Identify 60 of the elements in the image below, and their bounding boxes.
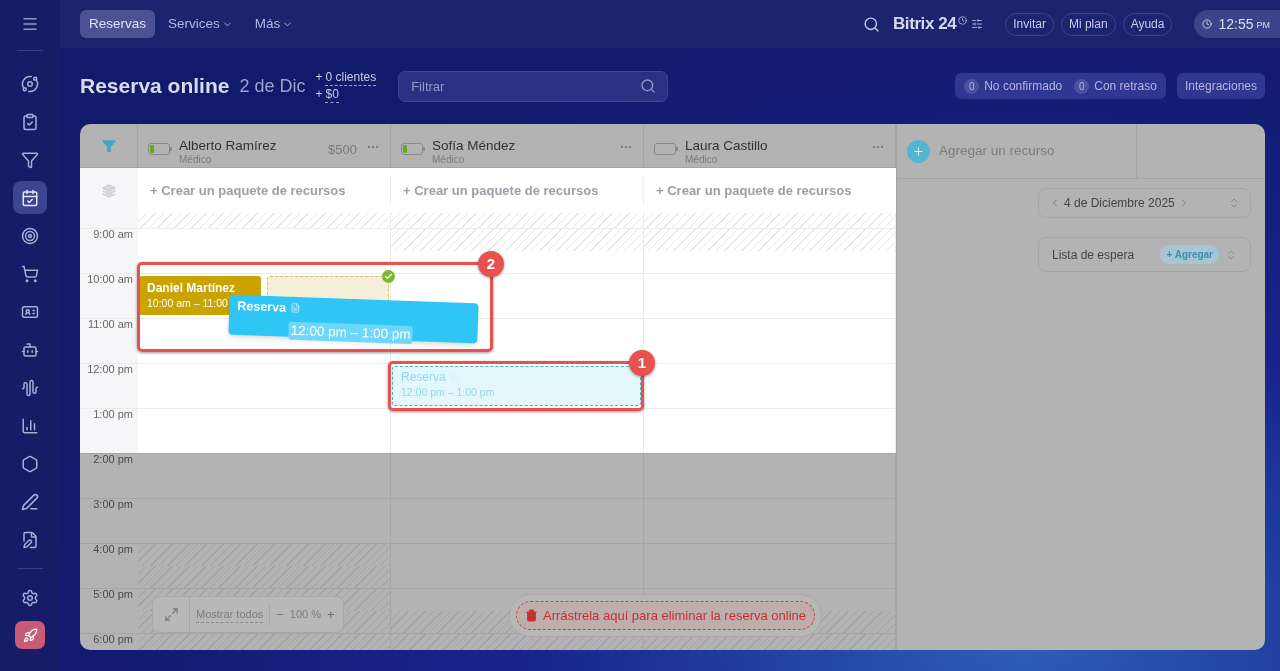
create-package-link[interactable]: + Crear un paquete de recursos [150,180,346,201]
note-icon [289,303,301,314]
clock-time: 12:55 [1218,14,1254,34]
resource-role: Médico [179,153,213,167]
stat-link[interactable]: 0 clientes [325,69,377,86]
time-label: 12:00 pm [87,361,133,377]
zoom-in-button[interactable]: + [327,604,335,625]
booking-title: Reserva [401,369,446,385]
search-icon [640,77,657,94]
resource-name: Alberto Ramírez [179,139,278,153]
brand-name: Bitrix 24 [893,13,957,36]
counter-label[interactable]: No confirmado [984,77,1063,95]
rocket-icon[interactable] [15,621,45,649]
nav-tab[interactable]: Services [159,10,242,38]
time-label: 3:00 pm [93,496,133,512]
resource-header[interactable]: Laura Castillo Médico [644,124,896,167]
clock-icon [1202,19,1213,29]
page-title: Reserva online [80,73,230,100]
clock-period: PM [1256,18,1270,32]
stat-sign: + [315,86,323,103]
nav-tab[interactable]: Reservas [80,10,156,38]
sliders-icon[interactable] [971,18,984,30]
resource-header[interactable]: Sofía Méndez Médico [391,124,644,167]
clock-pill[interactable]: 12:55 PM [1194,10,1280,38]
resource-role: Médico [432,153,466,167]
stat-link[interactable]: $0 [325,86,339,103]
time-label: 4:00 pm [93,541,133,557]
time-label: 6:00 pm [93,631,133,647]
time-label: 1:00 pm [93,406,133,422]
clock-icon [958,15,968,25]
create-package-link[interactable]: + Crear un paquete de recursos [656,180,852,201]
time-label: 2:00 pm [93,451,133,467]
counter-label[interactable]: Con retraso [1094,77,1157,95]
time-label: 11:00 am [87,316,133,332]
stat-sign: + [315,69,323,86]
calendar-icon[interactable] [13,181,47,214]
booking-time: 12:00 pm – 1:00 pm [288,321,413,344]
resource-header[interactable]: Alberto Ramírez Médico $500 [138,124,391,167]
counter-value: 0 [1074,78,1090,94]
booking-time: 12:00 pm – 1:00 pm [401,385,496,399]
resource-price: $500 [328,141,357,159]
time-label: 9:00 am [93,226,133,242]
date-label: 4 de Diciembre 2025 [1064,195,1175,212]
page-date: 2 de Dic [239,74,306,98]
create-package-link[interactable]: + Crear un paquete de recursos [403,180,599,201]
booking-title: Daniel Martínez [147,280,237,296]
resource-name: Laura Castillo [685,139,769,153]
integrations-button[interactable]: Integraciones [1176,73,1265,99]
counter-value: 0 [964,78,980,94]
time-label: 10:00 am [87,271,133,287]
resource-name: Sofía Méndez [432,139,517,153]
time-label: 5:00 pm [93,586,133,602]
trash-icon [525,609,538,622]
resource-role: Médico [685,153,719,167]
layers-icon [102,183,116,198]
search-icon[interactable] [863,15,880,33]
delete-hint: Arrástrela aquí para eliminar la reserva online [543,606,806,625]
waitlist-label: Lista de espera [1052,246,1135,264]
filter-field[interactable]: Filtrar [398,70,669,102]
nav-tab[interactable]: Más [245,10,303,38]
